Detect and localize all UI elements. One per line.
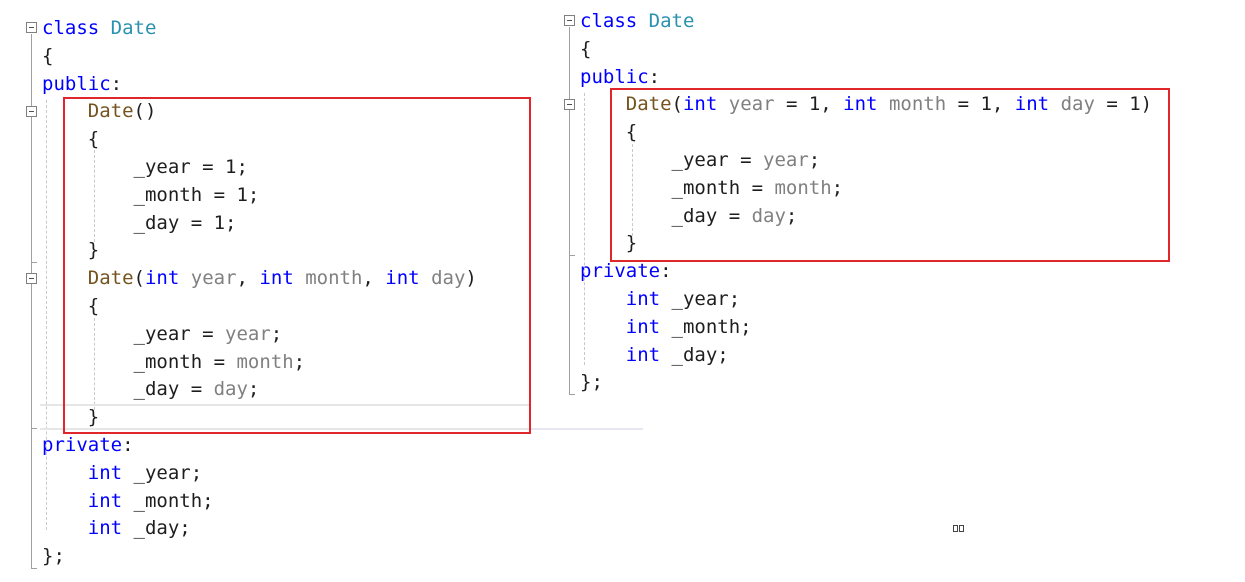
code-line: { (580, 35, 591, 63)
code-line: }; (42, 542, 65, 570)
code-token-plain: { (580, 37, 592, 60)
code-token-type: Date (110, 17, 157, 39)
code-line: public: (42, 70, 122, 98)
code-token-kw: int (625, 343, 661, 366)
code-token-plain: : (122, 434, 134, 456)
code-token-plain: _month; (660, 315, 752, 338)
code-token-plain: _day; (122, 517, 191, 540)
code-token-plain: _day; (660, 343, 729, 366)
code-token-plain: : (648, 65, 661, 88)
left-constructors-highlight (63, 97, 531, 434)
code-token-kw: class (580, 10, 638, 32)
collapse-ctor1-icon[interactable] (26, 106, 37, 117)
code-token-kw: private (580, 260, 661, 283)
class-outline-end (31, 568, 37, 569)
collapse-class-icon-right[interactable] (564, 15, 575, 26)
code-line: private: (42, 431, 134, 459)
code-line: { (42, 42, 53, 70)
class-outline-end-right (569, 394, 575, 395)
class-indent-guide (46, 100, 47, 530)
code-line: int _year; (42, 459, 202, 487)
code-token-kw: public (580, 65, 649, 88)
collapse-ctor-icon-right[interactable] (564, 99, 575, 110)
class-indent-guide-right (584, 93, 585, 365)
code-token-kw: int (87, 489, 123, 512)
code-token-plain: _year; (122, 461, 203, 484)
code-line: class Date (580, 7, 694, 35)
code-token-kw: class (42, 17, 100, 39)
code-line: int _month; (580, 313, 752, 341)
ctor1-outline-end (31, 262, 37, 263)
code-token-kw: int (87, 461, 123, 484)
code-token-type: Date (648, 10, 695, 32)
code-token-plain: { (42, 44, 54, 67)
code-line: public: (580, 63, 660, 91)
ctor2-outline-end (31, 428, 37, 429)
code-token-plain: _month; (122, 489, 214, 512)
code-token-plain: _year; (660, 288, 741, 310)
split-view-icon[interactable] (953, 525, 965, 533)
collapse-class-icon[interactable] (26, 22, 37, 33)
code-token-kw: private (42, 434, 123, 456)
code-token-plain: : (110, 72, 123, 95)
code-line: class Date (42, 14, 156, 42)
code-token-plain: }; (580, 371, 603, 394)
current-line-extension (530, 428, 643, 430)
code-line: }; (580, 368, 603, 396)
code-token-kw: public (42, 72, 111, 95)
code-line: int _year; (580, 285, 740, 313)
collapse-ctor2-icon[interactable] (26, 273, 37, 284)
code-token-kw: int (87, 517, 123, 540)
ctor-outline-end-right (569, 255, 575, 256)
code-line: int _month; (42, 487, 214, 515)
code-line: int _day; (42, 514, 191, 542)
code-token-plain: }; (42, 545, 65, 568)
code-line: int _day; (580, 341, 729, 369)
class-outline-line-right (569, 27, 570, 395)
code-token-kw: int (625, 288, 661, 310)
code-token-kw: int (625, 315, 661, 338)
right-constructor-highlight (610, 88, 1170, 262)
code-token-plain: : (660, 260, 672, 283)
